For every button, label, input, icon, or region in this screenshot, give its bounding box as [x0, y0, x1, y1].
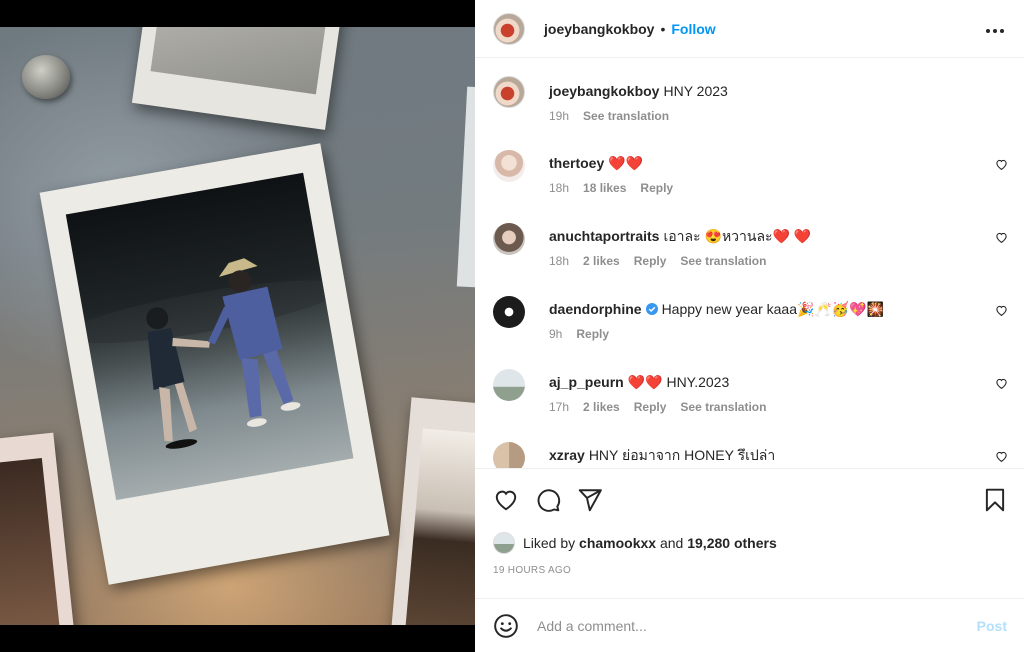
reply-button[interactable]: Reply: [576, 327, 609, 341]
post-comment-button[interactable]: Post: [977, 618, 1007, 634]
comment-like-heart-icon[interactable]: [995, 304, 1008, 317]
commenter-avatar[interactable]: [493, 223, 525, 255]
commenter-avatar[interactable]: [493, 369, 525, 401]
polaroid-left: [0, 432, 77, 625]
post-side-panel: joeybangkokboy • Follow joeybangkokboy HN…: [475, 0, 1024, 652]
caption-see-translation[interactable]: See translation: [583, 109, 669, 123]
comment-username[interactable]: xzray: [549, 447, 585, 463]
list-item: daendorphine Happy new year kaaa🎉🥂🥳💖🎇 9h …: [493, 296, 1008, 341]
post-header: joeybangkokboy • Follow: [475, 0, 1024, 58]
comment-icon[interactable]: [535, 487, 561, 513]
bookmark-icon[interactable]: [982, 487, 1008, 513]
comment-time[interactable]: 18h: [549, 181, 569, 195]
liked-by-user[interactable]: chamookxx: [579, 535, 656, 551]
caption: joeybangkokboy HNY 2023 19h See translati…: [493, 76, 1008, 123]
couple-illustration: [66, 258, 343, 449]
polaroid-right: [388, 397, 475, 625]
comment-input[interactable]: [537, 617, 977, 634]
comment-text: Happy new year kaaa🎉🥂🥳💖🎇: [661, 301, 885, 317]
comment-text: เอาละ 😍หวานละ❤️ ❤️: [663, 228, 812, 244]
commenter-avatar[interactable]: [493, 150, 525, 182]
commenter-avatar[interactable]: [493, 442, 525, 468]
liked-by-others[interactable]: 19,280 others: [687, 535, 777, 551]
see-translation-button[interactable]: See translation: [680, 400, 766, 414]
reply-button[interactable]: Reply: [634, 254, 667, 268]
list-item: xzray HNY ย่อมาจาก HONEY รึเปล่า: [493, 442, 1008, 468]
comments-list[interactable]: joeybangkokboy HNY 2023 19h See translati…: [475, 58, 1024, 468]
caption-text: HNY 2023: [663, 83, 728, 99]
comment-username[interactable]: anuchtaportraits: [549, 228, 659, 244]
comment-like-heart-icon[interactable]: [995, 377, 1008, 390]
polaroid-top: [131, 27, 344, 130]
liked-by-and: and: [659, 535, 684, 551]
owner-username[interactable]: joeybangkokboy: [544, 21, 654, 37]
verified-badge-icon: [645, 303, 658, 315]
reply-button[interactable]: Reply: [634, 400, 667, 414]
comment-username[interactable]: aj_p_peurn: [549, 374, 624, 390]
add-comment-bar: Post: [475, 598, 1024, 652]
post-media[interactable]: [0, 0, 475, 652]
more-icon[interactable]: [985, 18, 1005, 39]
comment-time[interactable]: 17h: [549, 400, 569, 414]
polaroid-main: [39, 143, 390, 585]
comment-likes[interactable]: 18 likes: [583, 181, 626, 195]
reply-button[interactable]: Reply: [640, 181, 673, 195]
share-icon[interactable]: [577, 487, 603, 513]
commenter-avatar[interactable]: [493, 296, 525, 328]
post-photo: [0, 27, 475, 625]
comment-like-heart-icon[interactable]: [995, 158, 1008, 171]
comment-text: HNY ย่อมาจาก HONEY รึเปล่า: [588, 447, 776, 463]
action-bar: [475, 468, 1024, 530]
see-translation-button[interactable]: See translation: [680, 254, 766, 268]
comment-username[interactable]: thertoey: [549, 155, 604, 171]
comment-text: ❤️❤️: [608, 155, 644, 171]
list-item: aj_p_peurn ❤️❤️ HNY.2023 17h 2 likes Repl…: [493, 369, 1008, 414]
post-timestamp[interactable]: 19 HOURS AGO: [475, 556, 1024, 592]
follow-button[interactable]: Follow: [671, 21, 715, 37]
comment-like-heart-icon[interactable]: [995, 231, 1008, 244]
comment-like-heart-icon[interactable]: [995, 450, 1008, 463]
caption-avatar[interactable]: [493, 76, 525, 108]
fridge-magnet: [22, 55, 70, 99]
separator-dot: •: [660, 20, 666, 37]
owner-avatar[interactable]: [493, 12, 525, 45]
liked-by-prefix: Liked by: [523, 535, 576, 551]
comment-likes[interactable]: 2 likes: [583, 254, 620, 268]
likes-summary: Liked by chamookxx and 19,280 others: [475, 530, 1024, 556]
liker-avatar[interactable]: [493, 532, 515, 554]
comment-time[interactable]: 9h: [549, 327, 562, 341]
heart-icon[interactable]: [493, 487, 519, 513]
list-item: anuchtaportraits เอาละ 😍หวานละ❤️ ❤️ 18h 2…: [493, 223, 1008, 268]
emoji-icon[interactable]: [493, 613, 519, 639]
caption-username[interactable]: joeybangkokboy: [549, 83, 659, 99]
comment-likes[interactable]: 2 likes: [583, 400, 620, 414]
comment-time[interactable]: 18h: [549, 254, 569, 268]
list-item: thertoey ❤️❤️ 18h 18 likes Reply: [493, 150, 1008, 195]
comment-text: ❤️❤️ HNY.2023: [627, 374, 730, 390]
comment-username[interactable]: daendorphine: [549, 301, 642, 317]
caption-time[interactable]: 19h: [549, 109, 569, 123]
